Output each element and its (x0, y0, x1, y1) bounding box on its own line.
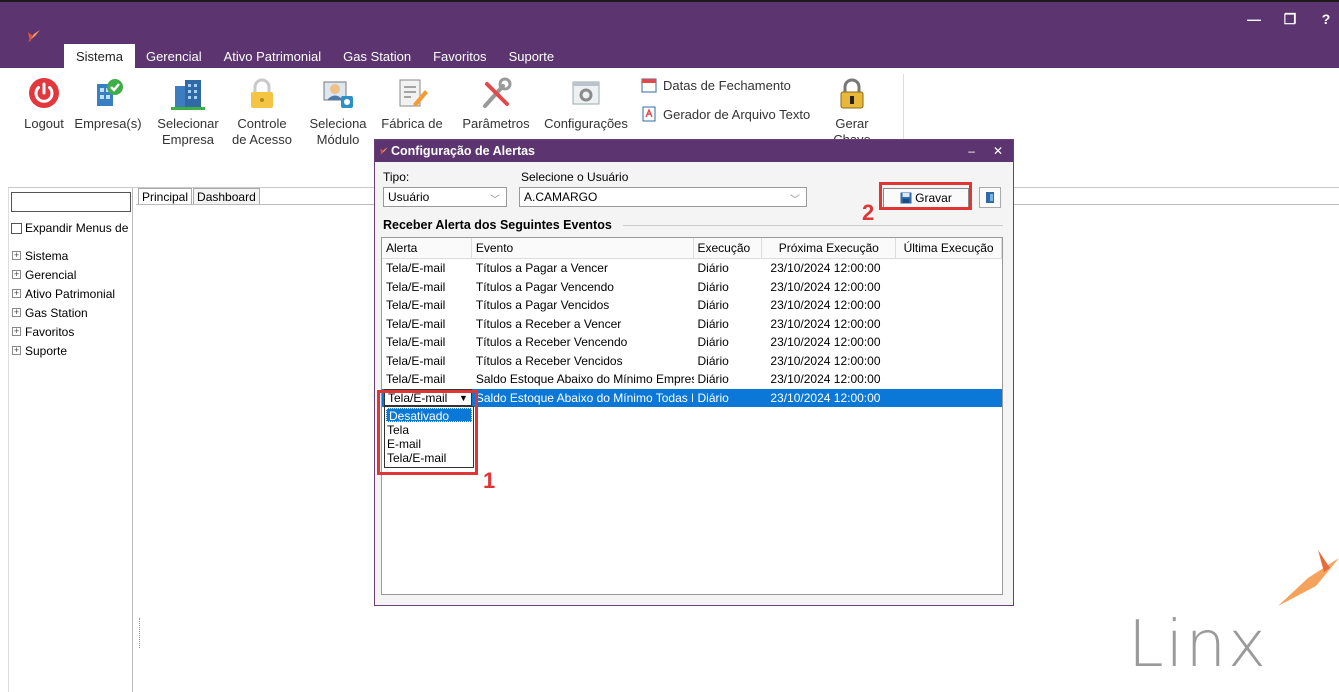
tab-ativo-patrimonial[interactable]: Ativo Patrimonial (213, 44, 333, 70)
linx-logo: Linx (1128, 608, 1268, 682)
tab-sistema[interactable]: Sistema (64, 44, 135, 70)
tree-item-suporte[interactable]: + Suporte (12, 341, 115, 360)
left-panel: Expandir Menus de + Sistema + Gerencial + A… (8, 188, 140, 692)
key-lock-icon (840, 78, 864, 109)
table-row[interactable]: Tela/E-mail Títulos a Pagar Vencidos Diári… (382, 296, 1002, 315)
annotation-box-1 (377, 390, 478, 475)
section-title: Receber Alerta dos Seguintes Eventos (383, 218, 612, 232)
tools-icon (483, 77, 512, 108)
tree-item-sistema[interactable]: + Sistema (12, 246, 115, 265)
exit-door-icon (986, 192, 994, 203)
col-evento[interactable]: Evento (472, 238, 694, 259)
col-execucao[interactable]: Execução (694, 238, 763, 259)
empresas-button[interactable]: Empresa(s) (74, 76, 142, 132)
col-alerta[interactable]: Alerta (382, 238, 472, 259)
tab-gerencial[interactable]: Gerencial (135, 44, 213, 70)
help-icon[interactable]: ? (1319, 11, 1333, 28)
tree-item-ativo-patrimonial[interactable]: + Ativo Patrimonial (12, 284, 115, 303)
expand-menus-checkbox[interactable]: Expandir Menus de (11, 221, 128, 235)
section-divider (623, 225, 1003, 226)
title-bar: — ❐ ? Sistema Gerencial Ativo Patrimonia… (0, 0, 1339, 70)
menu-tabs: Sistema Gerencial Ativo Patrimonial Gas … (64, 44, 565, 70)
tipo-select[interactable]: Usuário ﹀ (383, 187, 507, 207)
annotation-number-1: 1 (483, 468, 496, 493)
user-module-icon (323, 81, 353, 108)
checkbox-icon (11, 222, 22, 234)
expand-plus-icon[interactable]: + (12, 251, 21, 260)
document-edit-icon (399, 79, 428, 107)
chevron-down-icon: ﹀ (490, 195, 500, 206)
ribbon-divider (903, 74, 904, 144)
menu-tree: + Sistema + Gerencial + Ativo Patrimonial +… (12, 246, 115, 360)
tree-item-gas-station[interactable]: + Gas Station (12, 303, 115, 322)
company-check-icon (97, 79, 123, 106)
restore-icon[interactable]: ❐ (1283, 11, 1297, 28)
tipo-label: Tipo: (383, 170, 410, 184)
col-proxima-execucao[interactable]: Próxima Execução (762, 238, 897, 259)
table-row[interactable]: Tela/E-mail Títulos a Pagar a Vencer Diári… (382, 259, 1002, 278)
logout-button[interactable]: Logout (20, 76, 68, 132)
dialog-title-bar[interactable]: Configuração de Alertas – ✕ (375, 140, 1013, 162)
parametros-button[interactable]: Parâmetros (460, 76, 532, 132)
padlock-icon (251, 78, 273, 108)
panel-splitter[interactable] (139, 618, 142, 648)
table-row[interactable]: Tela/E-mail Títulos a Receber a Vencer Diá… (382, 315, 1002, 334)
app-logo-icon (380, 147, 388, 155)
tab-dashboard[interactable]: Dashboard (193, 188, 260, 205)
configuracoes-button[interactable]: Configurações (542, 76, 630, 132)
grid-header: Alerta Evento Execução Próxima Execução … (382, 238, 1002, 259)
tab-principal[interactable]: Principal (138, 188, 193, 205)
table-row[interactable]: Tela/E-mail Títulos a Receber Vencendo Diá… (382, 333, 1002, 352)
chevron-down-icon: ﹀ (790, 195, 800, 206)
menu-search-input[interactable] (11, 192, 131, 212)
tab-favoritos[interactable]: Favoritos (422, 44, 497, 70)
expand-plus-icon[interactable]: + (12, 346, 21, 355)
annotation-number-2: 2 (862, 200, 875, 225)
fabrica-button[interactable]: Fábrica de (378, 76, 446, 132)
text-file-icon (642, 106, 656, 122)
table-row[interactable]: Tela/E-mail Títulos a Pagar Vencendo Diári… (382, 278, 1002, 297)
minimize-icon[interactable]: — (1247, 11, 1261, 28)
expand-plus-icon[interactable]: + (12, 327, 21, 336)
tab-gas-station[interactable]: Gas Station (332, 44, 422, 70)
expand-plus-icon[interactable]: + (12, 270, 21, 279)
gerar-chave-button[interactable]: Gerar Chave (816, 76, 888, 148)
expand-plus-icon[interactable]: + (12, 289, 21, 298)
building-icon (171, 80, 205, 110)
tree-item-favoritos[interactable]: + Favoritos (12, 322, 115, 341)
annotation-box-2 (879, 182, 972, 210)
usuario-select[interactable]: A.CAMARGO ﹀ (519, 187, 807, 207)
tree-item-gerencial[interactable]: + Gerencial (12, 265, 115, 284)
power-icon (29, 78, 59, 108)
col-ultima-execucao[interactable]: Última Execução (896, 238, 1002, 259)
calendar-icon (641, 78, 657, 93)
expand-plus-icon[interactable]: + (12, 308, 21, 317)
main-tabs: Principal Dashboard (138, 188, 261, 205)
gerador-arquivo-button[interactable]: Gerador de Arquivo Texto (641, 106, 810, 122)
exit-button[interactable] (979, 187, 1001, 208)
datas-fechamento-button[interactable]: Datas de Fechamento (641, 77, 791, 93)
dialog-title: Configuração de Alertas (391, 144, 536, 158)
table-row[interactable]: Tela/E-mail Saldo Estoque Abaixo do Mínim… (382, 370, 1002, 389)
app-logo-icon (28, 30, 40, 42)
usuario-label: Selecione o Usuário (521, 170, 629, 184)
linx-logo-mark-icon (1278, 550, 1339, 606)
dialog-minimize-icon[interactable]: – (968, 144, 975, 158)
selecionar-empresa-button[interactable]: Selecionar Empresa (154, 76, 222, 148)
settings-window-icon (572, 81, 600, 105)
seleciona-modulo-button[interactable]: Seleciona Módulo (306, 76, 370, 148)
table-row[interactable]: Tela/E-mail Títulos a Receber Vencidos Diá… (382, 352, 1002, 371)
dialog-close-icon[interactable]: ✕ (993, 144, 1003, 158)
tab-suporte[interactable]: Suporte (498, 44, 566, 70)
controle-acesso-button[interactable]: Controle de Acesso (228, 76, 296, 148)
